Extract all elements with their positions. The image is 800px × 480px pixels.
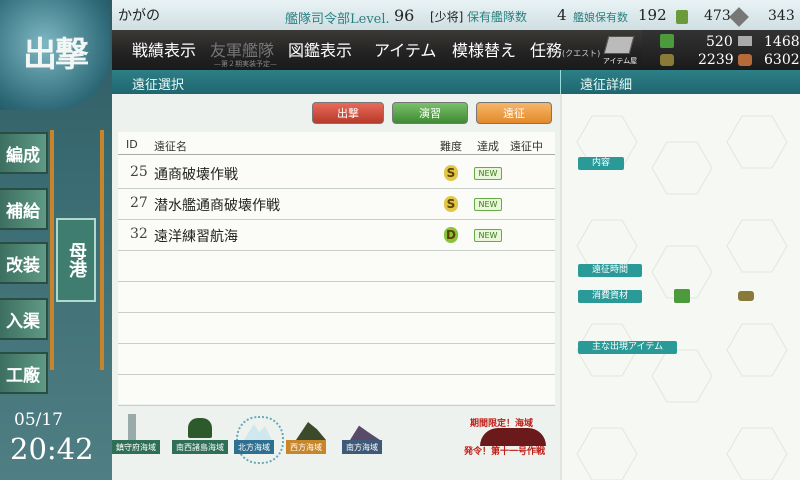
fuel-icon: [674, 289, 690, 303]
sortie-label: 出撃: [337, 107, 359, 120]
header-id: ID: [126, 138, 138, 151]
bauxite-icon: [738, 54, 752, 66]
menu-quests[interactable]: 任務(クエスト): [530, 37, 600, 61]
empty-row: [118, 375, 555, 406]
row-name: 潜水艦通商破壊作戦: [154, 198, 280, 214]
ammo-icon: [738, 291, 754, 301]
expedition-label: 遠征: [503, 107, 525, 120]
sidebar-item-remodel[interactable]: 改装: [0, 242, 48, 284]
row-id: 27: [130, 195, 148, 211]
ammo-count: 2239: [698, 52, 734, 68]
item-shop-button[interactable]: アイテム屋: [600, 32, 640, 66]
table-row[interactable]: 32 遠洋練習航海 D NEW: [118, 220, 555, 251]
devmat-count: 343: [768, 8, 795, 24]
level-label: 艦隊司令部Level.: [285, 12, 390, 27]
world-tab-3[interactable]: 北方海域: [234, 440, 274, 454]
crane-icon: [128, 414, 136, 440]
fleets-label: 保有艦隊数: [467, 10, 528, 24]
bauxite-count: 6302: [764, 52, 800, 68]
time-tag: 遠征時間: [578, 264, 643, 277]
world-tab-5[interactable]: 南方海域: [342, 440, 382, 454]
sidebar-item-repair[interactable]: 入渠: [0, 298, 48, 340]
sidebar-item-organize[interactable]: 編成: [0, 132, 48, 174]
tab-practice[interactable]: 演習: [392, 102, 468, 124]
world-tab-4[interactable]: 西方海域: [286, 440, 326, 454]
section-divider: [560, 70, 561, 94]
content-tag: 内容: [578, 157, 625, 170]
row-id: 32: [130, 226, 148, 242]
admiral-name: かがの: [118, 8, 160, 24]
section-title-select: 遠征選択: [132, 78, 185, 93]
world-tab-1[interactable]: 鎮守府海域: [112, 440, 160, 454]
new-badge: NEW: [474, 167, 502, 180]
practice-label: 演習: [419, 107, 441, 120]
quest-label: 任務: [530, 41, 563, 60]
header-ongoing: 遠征中: [510, 140, 543, 153]
menu-record[interactable]: 戦績表示: [132, 37, 196, 61]
sortie-badge: 出撃: [0, 0, 110, 110]
difficulty-badge: S: [444, 165, 458, 181]
row-name: 通商破壊作戦: [154, 167, 238, 183]
bucket-icon: [676, 10, 688, 24]
difficulty-badge: S: [444, 196, 458, 212]
event-tab[interactable]: 発令！第十一号作戦: [464, 444, 545, 457]
menu-furniture[interactable]: 模様替え: [452, 37, 516, 61]
ammo-icon: [660, 54, 674, 66]
sidebar-item-arsenal[interactable]: 工廠: [0, 352, 48, 394]
section-bar: [112, 70, 800, 94]
table-row[interactable]: 25 通商破壊作戦 S NEW: [118, 158, 555, 189]
friend-fleet-sub: —第２期実装予定—: [214, 60, 277, 68]
difficulty-badge: D: [444, 227, 458, 243]
header-difficulty: 難度: [440, 140, 462, 153]
sidebar-item-supply[interactable]: 補給: [0, 188, 48, 230]
fleets-count: 4: [557, 6, 567, 24]
section-title-detail: 遠征詳細: [580, 78, 633, 93]
rank-label: [少将]: [430, 10, 464, 24]
clock-date: 05/17: [14, 410, 63, 430]
steel-icon: [738, 36, 752, 46]
tab-sortie[interactable]: 出撃: [312, 102, 384, 124]
supplies-tag: 消費資材: [578, 290, 643, 303]
shipgirls-count: 192: [638, 6, 667, 24]
new-badge: NEW: [474, 229, 502, 242]
empty-row: [118, 344, 555, 375]
level-value: 96: [394, 6, 415, 25]
world-tab-2[interactable]: 南西諸島海域: [172, 440, 228, 454]
menu-friend-fleet: 友軍艦隊: [210, 41, 275, 60]
palm-icon: [188, 418, 212, 438]
table-row[interactable]: 27 潜水艦通商破壊作戦 S NEW: [118, 189, 555, 220]
hex-pattern: [576, 115, 788, 480]
fuel-count: 520: [706, 34, 733, 50]
header-name: 遠征名: [154, 140, 187, 153]
menu-encyclopedia[interactable]: 図鑑表示: [288, 37, 352, 61]
shop-icon: [603, 36, 635, 54]
empty-row: [118, 251, 555, 282]
item-shop-label: アイテム屋: [602, 57, 638, 65]
empty-row: [118, 313, 555, 344]
tab-expedition[interactable]: 遠征: [476, 102, 552, 124]
header-achieved: 達成: [477, 140, 499, 153]
port-button[interactable]: 母港: [56, 218, 96, 302]
shipgirls-label: 艦娘保有数: [573, 11, 628, 24]
bucket-count: 473: [704, 8, 731, 24]
quest-sub: (クエスト): [562, 49, 601, 58]
steel-count: 1468: [764, 34, 800, 50]
menu-items[interactable]: アイテム: [374, 37, 436, 61]
empty-row: [118, 282, 555, 313]
items-tag: 主な出現アイテム: [578, 341, 678, 354]
clock-time: 20:42: [10, 432, 94, 466]
row-id: 25: [130, 164, 148, 180]
new-badge: NEW: [474, 198, 502, 211]
row-name: 遠洋練習航海: [154, 229, 238, 245]
fuel-icon: [660, 34, 674, 48]
